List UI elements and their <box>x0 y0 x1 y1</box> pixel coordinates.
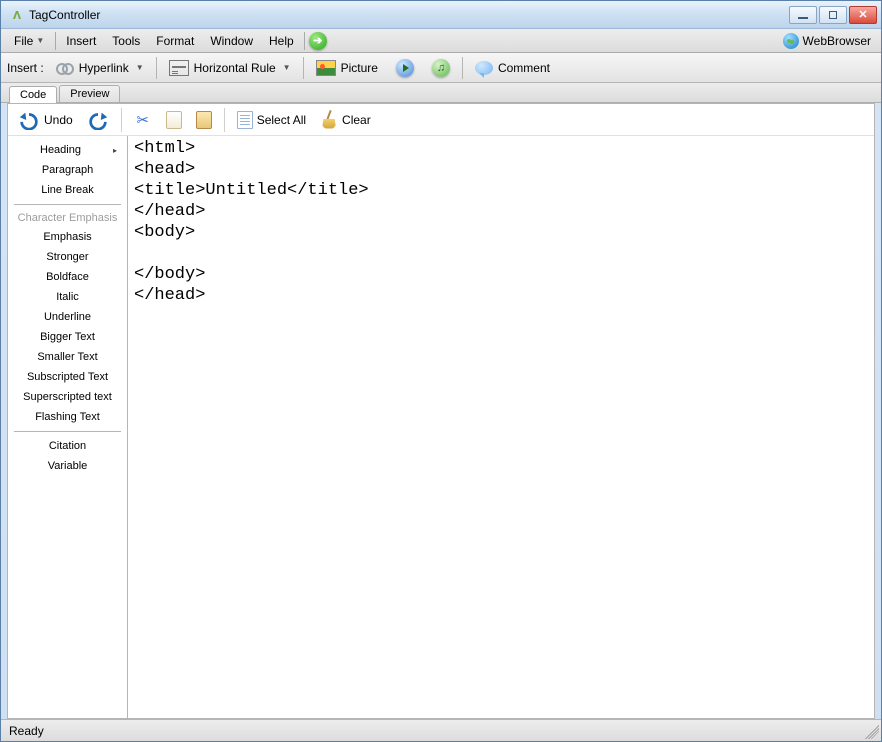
main-area: Undo ✂ Select All <box>7 103 875 719</box>
toolbar-separator <box>121 108 122 132</box>
insert-hyperlink-label: Hyperlink <box>79 61 129 75</box>
sidebar: Heading ▸ Paragraph Line Break Character… <box>8 136 128 718</box>
copy-icon <box>166 111 182 129</box>
menu-separator <box>55 32 56 50</box>
status-bar: Ready <box>1 719 881 741</box>
webbrowser-label: WebBrowser <box>803 34 871 48</box>
run-button[interactable]: ➔ <box>307 30 329 52</box>
code-editor[interactable]: <html> <head> <title>Untitled</title> </… <box>128 136 874 718</box>
music-icon: ♫ <box>432 59 450 77</box>
tab-preview[interactable]: Preview <box>59 85 120 102</box>
status-text: Ready <box>9 724 44 738</box>
insert-picture-label: Picture <box>341 61 378 75</box>
menu-file[interactable]: File▼ <box>5 30 53 52</box>
document-icon <box>237 111 253 129</box>
insert-hrule-label: Horizontal Rule <box>194 61 276 75</box>
app-icon <box>9 7 25 23</box>
toolbar-separator <box>303 57 304 79</box>
copy-button[interactable] <box>160 108 188 132</box>
insert-comment-label: Comment <box>498 61 550 75</box>
scissors-icon: ✂ <box>134 111 152 129</box>
clear-label: Clear <box>342 113 371 127</box>
menu-separator <box>304 32 305 50</box>
app-window: TagController ✕ File▼ Insert Tools Forma… <box>0 0 882 742</box>
window-system-buttons: ✕ <box>789 6 877 24</box>
hyperlink-icon <box>56 61 74 75</box>
sidebar-item-label: Heading <box>10 144 111 156</box>
menu-bar: File▼ Insert Tools Format Window Help ➔ … <box>1 29 881 53</box>
title-bar: TagController ✕ <box>1 1 881 29</box>
insert-picture-button[interactable]: Picture <box>310 58 384 78</box>
sidebar-emphasis[interactable]: Emphasis <box>10 227 125 247</box>
cut-button[interactable]: ✂ <box>128 108 158 132</box>
sidebar-citation[interactable]: Citation <box>10 436 125 456</box>
insert-audio-button[interactable]: ♫ <box>426 57 456 79</box>
sidebar-paragraph[interactable]: Paragraph <box>10 160 125 180</box>
sidebar-section-title: Character Emphasis <box>10 209 125 227</box>
undo-icon <box>18 110 40 130</box>
hrule-icon <box>169 60 189 76</box>
menu-window[interactable]: Window <box>202 31 261 51</box>
webbrowser-button[interactable]: WebBrowser <box>783 33 877 49</box>
tab-row: Code Preview <box>1 83 881 103</box>
sidebar-heading[interactable]: Heading ▸ <box>10 140 125 160</box>
globe-icon <box>783 33 799 49</box>
menu-tools[interactable]: Tools <box>104 31 148 51</box>
close-button[interactable]: ✕ <box>849 6 877 24</box>
chevron-right-icon: ▸ <box>113 146 123 155</box>
window-title: TagController <box>29 8 100 22</box>
paste-button[interactable] <box>190 108 218 132</box>
maximize-button[interactable] <box>819 6 847 24</box>
paste-icon <box>196 111 212 129</box>
undo-label: Undo <box>44 113 73 127</box>
sidebar-italic[interactable]: Italic <box>10 287 125 307</box>
minimize-button[interactable] <box>789 6 817 24</box>
sidebar-boldface[interactable]: Boldface <box>10 267 125 287</box>
edit-toolbar: Undo ✂ Select All <box>8 104 874 136</box>
sidebar-bigger-text[interactable]: Bigger Text <box>10 327 125 347</box>
toolbar-separator <box>224 108 225 132</box>
toolbar-separator <box>462 57 463 79</box>
sidebar-linebreak[interactable]: Line Break <box>10 180 125 200</box>
resize-grip[interactable] <box>865 725 879 739</box>
insert-comment-button[interactable]: Comment <box>469 59 556 77</box>
sidebar-divider <box>14 431 121 432</box>
menu-insert[interactable]: Insert <box>58 31 104 51</box>
content-split: Heading ▸ Paragraph Line Break Character… <box>8 136 874 718</box>
comment-icon <box>475 61 493 75</box>
sidebar-flashing[interactable]: Flashing Text <box>10 407 125 427</box>
menu-format[interactable]: Format <box>148 31 202 51</box>
undo-button[interactable]: Undo <box>12 107 79 133</box>
insert-label: Insert : <box>7 61 44 75</box>
redo-icon <box>87 110 109 130</box>
sidebar-underline[interactable]: Underline <box>10 307 125 327</box>
select-all-label: Select All <box>257 113 306 127</box>
clear-button[interactable]: Clear <box>314 107 377 133</box>
play-icon <box>396 59 414 77</box>
select-all-button[interactable]: Select All <box>231 108 312 132</box>
menu-help[interactable]: Help <box>261 31 302 51</box>
sidebar-variable[interactable]: Variable <box>10 456 125 476</box>
sidebar-divider <box>14 204 121 205</box>
toolbar-separator <box>156 57 157 79</box>
run-icon: ➔ <box>309 32 327 50</box>
sidebar-subscript[interactable]: Subscripted Text <box>10 367 125 387</box>
insert-hrule-button[interactable]: Horizontal Rule ▼ <box>163 58 297 78</box>
insert-video-button[interactable] <box>390 57 420 79</box>
sidebar-smaller-text[interactable]: Smaller Text <box>10 347 125 367</box>
tab-code[interactable]: Code <box>9 86 57 103</box>
redo-button[interactable] <box>81 107 115 133</box>
sidebar-stronger[interactable]: Stronger <box>10 247 125 267</box>
insert-hyperlink-button[interactable]: Hyperlink ▼ <box>50 59 150 77</box>
picture-icon <box>316 60 336 76</box>
insert-toolbar: Insert : Hyperlink ▼ Horizontal Rule ▼ P… <box>1 53 881 83</box>
sidebar-superscript[interactable]: Superscripted text <box>10 387 125 407</box>
broom-icon <box>320 110 338 130</box>
